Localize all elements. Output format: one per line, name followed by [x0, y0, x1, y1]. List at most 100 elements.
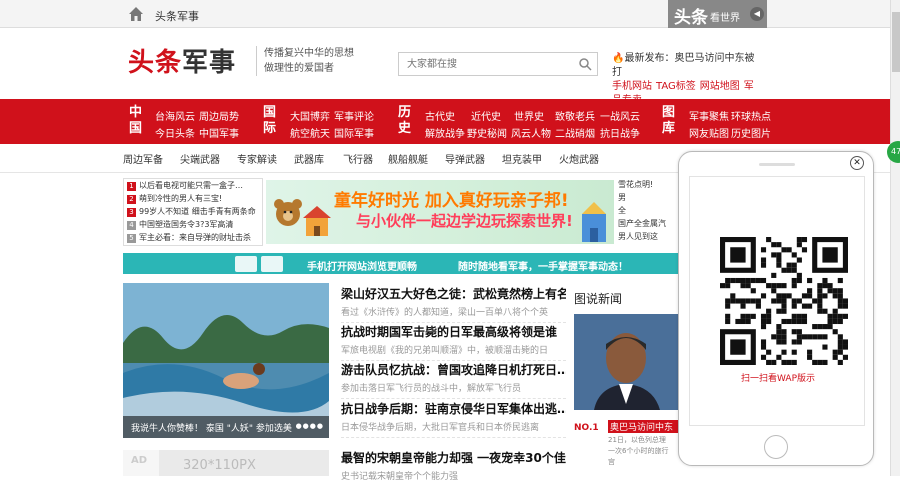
nav-cat-china[interactable]: 中国	[129, 105, 145, 137]
slogan: 传播复兴中华的思想 做理性的爱国者	[256, 46, 376, 76]
list-item[interactable]: 1 以后看电视可能只需一盒子…	[127, 179, 262, 192]
nav-cat-history[interactable]: 历史	[398, 105, 414, 137]
picture-news-title[interactable]: 奥巴马访问中东	[608, 420, 678, 433]
nav-cat-gallery[interactable]: 图库	[662, 105, 678, 137]
list-item[interactable]: 3 99岁人不知道 细击手青有两条命	[127, 205, 262, 218]
qr-code[interactable]	[720, 237, 848, 365]
brand-big: 头条	[674, 8, 708, 28]
list-item-text: 以后看电视可能只需一盒子…	[139, 181, 243, 190]
close-icon[interactable]: ✕	[850, 156, 864, 170]
phone-screen: 扫一扫看WAP版示	[689, 176, 865, 426]
subnav-item[interactable]: 尖端武器	[180, 151, 220, 166]
nav-link[interactable]: 致敬老兵	[555, 108, 595, 123]
search-icon[interactable]	[578, 57, 592, 71]
main-nav: 中国 台海风云 周边局势 今日头条 中国军事 国际 大国博弈 军事评论 航空航天…	[0, 99, 890, 144]
list-item[interactable]: 4 中国塑造国务令3?3军高清	[127, 218, 262, 231]
qr-label: 扫一扫看WAP版示	[741, 374, 815, 384]
phone-icon	[235, 256, 283, 272]
article-item[interactable]: 最智的宋朝皇帝能力却强 一夜宠幸30个佳妃 史书记载宋朝皇帝个个能力强	[341, 449, 566, 482]
breadcrumb[interactable]: 头条军事	[155, 8, 199, 24]
nav-link[interactable]: 风云人物	[511, 125, 551, 140]
nav-link[interactable]: 周边局势	[199, 108, 239, 123]
article-title[interactable]: 抗战时期国军击毙的日军最高级将领是谁	[341, 323, 566, 340]
site-logo[interactable]: 头条军事	[128, 42, 236, 79]
subnav-item[interactable]: 导弹武器	[445, 151, 485, 166]
divider	[341, 398, 566, 399]
nav-link[interactable]: 一战风云	[600, 108, 640, 123]
sub-nav: 周边军备 尖端武器 专家解读 武器库 飞行器 舰船舰艇 导弹武器 坦克装甲 火炮…	[123, 151, 683, 166]
subnav-item[interactable]: 飞行器	[343, 151, 373, 166]
nav-link[interactable]: 军事评论	[334, 108, 374, 123]
article-item[interactable]: 抗日战争后期：驻南京侵华日军集体出逃… 日本侵华战争后期，大批日军官兵和日本侨民…	[341, 400, 566, 438]
article-summary: 参加击落日军飞行员的战斗中，解放军飞行员	[341, 384, 522, 394]
brand-small: 看世界	[710, 13, 740, 24]
article-item[interactable]: 梁山好汉五大好色之徒：武松竟然榜上有名 看过《水浒传》的人都知道，梁山一百单八将…	[341, 285, 566, 323]
rank-badge: 5	[127, 234, 136, 243]
list-item[interactable]: 5 军主必看：来自导弹的财址击杀	[127, 231, 262, 244]
phone-home-button	[764, 435, 788, 459]
nav-link[interactable]: 环球热点	[731, 108, 771, 123]
link-tags[interactable]: TAG标签	[656, 81, 696, 92]
nav-link[interactable]: 今日头条	[155, 125, 195, 140]
nav-link[interactable]: 野史秘闻	[467, 125, 507, 140]
side-float-button[interactable]: 47	[887, 141, 900, 163]
scrollbar[interactable]	[890, 0, 900, 476]
latest-headline[interactable]: 最新发布：奥巴马访问中东被打	[612, 53, 754, 78]
article-summary: 日本侵华战争后期，大批日军官兵和日本侨民逃离	[341, 423, 540, 433]
app-promo-text: 手机打开网站浏览更顺畅	[307, 262, 417, 273]
nav-link[interactable]: 台海风云	[155, 108, 195, 123]
app-promo-bar[interactable]: 手机打开网站浏览更顺畅 随时随地看军事，一手掌握军事动态！	[123, 253, 679, 274]
picture-news-image[interactable]	[574, 314, 678, 410]
list-item[interactable]: 2 萌到冷性的男人有三宝!	[127, 192, 262, 205]
nav-link[interactable]: 国际军事	[334, 125, 374, 140]
nav-link[interactable]: 二战硝烟	[555, 125, 595, 140]
rank-badge: 2	[127, 195, 136, 204]
subnav-item[interactable]: 周边军备	[123, 151, 163, 166]
list-item[interactable]: 国产全金属汽	[618, 217, 680, 230]
subnav-item[interactable]: 武器库	[294, 151, 324, 166]
subnav-item[interactable]: 火炮武器	[559, 151, 599, 166]
list-item[interactable]: 男人见到这	[618, 230, 680, 243]
link-mobile-site[interactable]: 手机网站	[612, 81, 652, 92]
brand-switch[interactable]: 头条 看世界 ◀	[668, 0, 767, 28]
article-title[interactable]: 最智的宋朝皇帝能力却强 一夜宠幸30个佳妃	[341, 449, 566, 466]
subnav-item[interactable]: 专家解读	[237, 151, 277, 166]
article-item[interactable]: 游击队员忆抗战：曾国攻追降日机打死日… 参加击落日军飞行员的战斗中，解放军飞行员	[341, 361, 566, 399]
list-item-text: 军主必看：来自导弹的财址击杀	[139, 233, 251, 242]
article-title[interactable]: 游击队员忆抗战：曾国攻追降日机打死日…	[341, 361, 566, 378]
nav-link[interactable]: 近代史	[471, 108, 501, 123]
home-icon[interactable]	[128, 6, 144, 22]
chevron-left-icon[interactable]: ◀	[750, 7, 764, 21]
photo-slider[interactable]: 我说牛人你赞棒！ 泰国 "人妖" 参加选美 ●●●●	[123, 283, 329, 438]
nav-link[interactable]: 解放战争	[425, 125, 465, 140]
nav-link[interactable]: 中国军事	[199, 125, 239, 140]
subnav-item[interactable]: 舰船舰艇	[388, 151, 428, 166]
banner-subline: 与小伙伴一起边学边玩探索世界!	[356, 212, 573, 230]
nav-cat-international[interactable]: 国际	[263, 105, 279, 137]
nav-link[interactable]: 世界史	[514, 108, 544, 123]
list-item[interactable]: 全	[618, 204, 680, 217]
link-sitemap[interactable]: 网站地图	[700, 81, 740, 92]
nav-link[interactable]: 古代史	[425, 108, 455, 123]
article-title[interactable]: 抗日战争后期：驻南京侵华日军集体出逃…	[341, 400, 566, 417]
promo-banner[interactable]: 童年好时光 加入真好玩亲子邦! 与小伙伴一起边学边玩探索世界!	[266, 180, 614, 244]
nav-link[interactable]: 历史图片	[731, 125, 771, 140]
article-title[interactable]: 梁山好汉五大好色之徒：武松竟然榜上有名	[341, 285, 566, 302]
nav-link[interactable]: 抗日战争	[600, 125, 640, 140]
section-title: 图说新闻	[574, 292, 623, 306]
nav-link[interactable]: 大国博弈	[290, 108, 330, 123]
portrait-photo	[574, 314, 678, 410]
hot-list: 1 以后看电视可能只需一盒子… 2 萌到冷性的男人有三宝! 3 99岁人不知道 细击手…	[123, 178, 263, 246]
search-input[interactable]	[399, 53, 569, 75]
scrollbar-thumb[interactable]	[892, 12, 900, 72]
subnav-item[interactable]: 坦克装甲	[502, 151, 542, 166]
side-list: 雪花点明! 男 全 国产全金属汽 男人见到这	[618, 178, 680, 246]
list-item[interactable]: 雪花点明!	[618, 178, 680, 191]
nav-link[interactable]: 军事聚焦	[689, 108, 729, 123]
list-item[interactable]: 男	[618, 191, 680, 204]
nav-link[interactable]: 航空航天	[290, 125, 330, 140]
article-item[interactable]: 抗战时期国军击毙的日军最高级将领是谁 军旅电视剧《我的兄弟叫顺溜》中，被顺溜击毙…	[341, 323, 566, 361]
slider-dots[interactable]: ●●●●	[296, 422, 324, 430]
rank-label: NO.1	[574, 423, 599, 433]
nav-link[interactable]: 网友贴图	[689, 125, 729, 140]
